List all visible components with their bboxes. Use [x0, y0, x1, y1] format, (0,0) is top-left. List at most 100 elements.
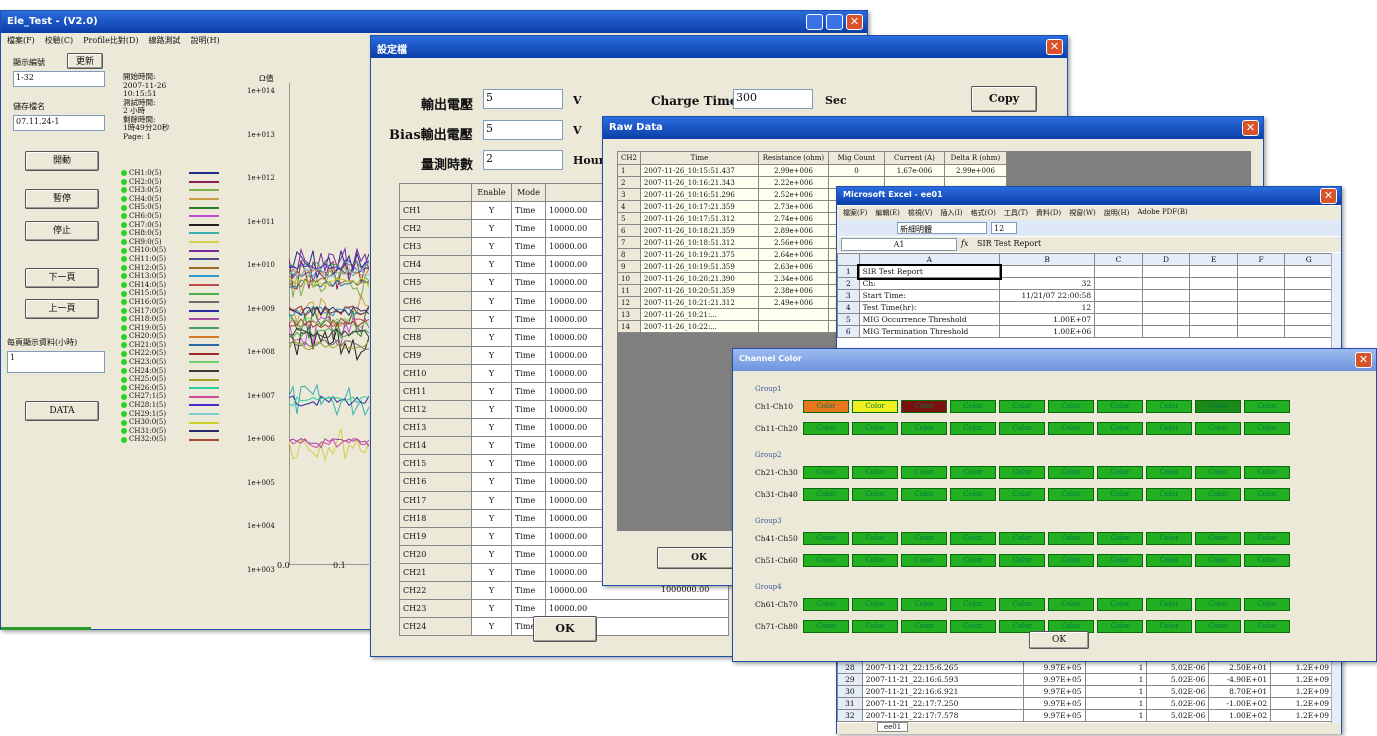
color-button[interactable]: Color	[1244, 597, 1290, 611]
row-header[interactable]: 4	[837, 301, 860, 314]
cell[interactable]	[1094, 301, 1143, 314]
cell[interactable]: 2007-11-21_22:15:6.265	[861, 661, 1024, 674]
mode-cell[interactable]: Time	[511, 219, 546, 239]
color-button[interactable]: Color	[950, 487, 996, 501]
color-button[interactable]: Color	[1244, 553, 1290, 567]
table-row[interactable]: CH23 Y Time 10000.00	[399, 599, 729, 619]
menu-item[interactable]: 檢視(V)	[908, 208, 933, 218]
cell[interactable]	[1141, 301, 1191, 314]
close-button[interactable]: ✕	[1046, 39, 1063, 55]
mode-cell[interactable]: Time	[511, 363, 546, 383]
per-page-input[interactable]: 1	[7, 351, 105, 373]
enable-cell[interactable]: Y	[471, 490, 512, 510]
enable-cell[interactable]: Y	[471, 237, 512, 257]
cell[interactable]	[1284, 301, 1333, 314]
enable-cell[interactable]: Y	[471, 454, 512, 474]
refresh-button[interactable]: 更新	[67, 53, 103, 69]
row-header[interactable]: 32	[837, 709, 863, 722]
column-header[interactable]: E	[1189, 253, 1238, 266]
mode-cell[interactable]: Time	[511, 291, 546, 311]
cell[interactable]: 5.02E-06	[1146, 685, 1210, 698]
color-button[interactable]: Color	[1244, 421, 1290, 435]
cell[interactable]: 1.2E+09	[1270, 661, 1333, 674]
cell[interactable]: 2007-11-21_22:16:6.593	[861, 673, 1024, 686]
row-header[interactable]: 29	[837, 673, 863, 686]
enable-cell[interactable]: Y	[471, 273, 512, 293]
enable-cell[interactable]: Y	[471, 291, 512, 311]
mode-cell[interactable]: Time	[511, 436, 546, 456]
color-button[interactable]: Color	[1146, 619, 1192, 633]
formula-input[interactable]: SIR Test Report	[977, 239, 1041, 248]
color-button[interactable]: Color	[999, 597, 1045, 611]
color-button[interactable]: Color	[852, 553, 898, 567]
color-button[interactable]: Color	[1097, 553, 1143, 567]
close-button[interactable]: ✕	[1355, 352, 1372, 368]
color-button[interactable]: Color	[1048, 531, 1094, 545]
mode-cell[interactable]: Time	[511, 400, 546, 420]
mode-cell[interactable]: Time	[511, 381, 546, 402]
enable-cell[interactable]: Y	[471, 580, 512, 601]
color-button[interactable]: Color	[1146, 597, 1192, 611]
enable-cell[interactable]: Y	[471, 418, 512, 438]
color-button[interactable]: Color	[950, 531, 996, 545]
menu-item[interactable]: 編輯(E)	[875, 208, 900, 218]
color-button[interactable]: Color	[1097, 399, 1143, 413]
mode-cell[interactable]: Time	[511, 273, 546, 293]
row-header[interactable]: 28	[837, 661, 863, 674]
color-button[interactable]: Color	[1244, 531, 1290, 545]
color-button[interactable]: Color	[901, 553, 947, 567]
color-button[interactable]: Color	[852, 619, 898, 633]
cell[interactable]: 5.02E-06	[1146, 709, 1210, 722]
cell[interactable]: Ch:	[858, 277, 1001, 290]
ok-button[interactable]: OK	[533, 616, 597, 642]
cell[interactable]	[1284, 265, 1333, 278]
color-button[interactable]: Color	[950, 597, 996, 611]
enable-cell[interactable]: Y	[471, 562, 512, 582]
cell[interactable]	[1236, 325, 1286, 338]
enable-cell[interactable]: Y	[471, 526, 512, 546]
cell[interactable]: 1.2E+09	[1270, 697, 1333, 710]
cell[interactable]: 5.02E-06	[1146, 697, 1210, 710]
menu-item[interactable]: 工具(T)	[1004, 208, 1028, 218]
mode-cell[interactable]: Time	[511, 345, 546, 365]
color-button[interactable]: Color	[1097, 619, 1143, 633]
color-button[interactable]: Color	[1097, 421, 1143, 435]
color-button[interactable]: Color	[803, 597, 849, 611]
r-low-limit-cell[interactable]: 10000.00	[545, 599, 729, 619]
maximize-button[interactable]	[826, 14, 843, 30]
cell[interactable]	[1189, 325, 1238, 338]
cell[interactable]	[1236, 301, 1286, 314]
cell[interactable]: 2.50E+01	[1208, 661, 1272, 674]
color-button[interactable]: Color	[901, 465, 947, 479]
cell[interactable]: 12	[999, 301, 1096, 314]
color-button[interactable]: Color	[1097, 465, 1143, 479]
save-input[interactable]: 07.11.24-1	[13, 115, 105, 131]
menu-item[interactable]: 資料(D)	[1036, 208, 1061, 218]
row-header[interactable]: 30	[837, 685, 863, 698]
cell[interactable]	[1236, 265, 1286, 278]
color-button[interactable]: Color	[852, 487, 898, 501]
color-button[interactable]: Color	[1146, 421, 1192, 435]
mode-cell[interactable]: Time	[511, 599, 546, 619]
color-button[interactable]: Color	[1146, 487, 1192, 501]
enable-cell[interactable]: Y	[471, 508, 512, 528]
column-header[interactable]: G	[1284, 253, 1333, 266]
enable-cell[interactable]: Y	[471, 472, 512, 492]
color-button[interactable]: Color	[1195, 619, 1241, 633]
color-button[interactable]: Color	[901, 399, 947, 413]
color-button[interactable]: Color	[803, 553, 849, 567]
cell[interactable]: Start Time:	[858, 289, 1001, 302]
stop-button[interactable]: 停止	[25, 221, 99, 241]
color-button[interactable]: Color	[999, 421, 1045, 435]
color-button[interactable]: Color	[852, 465, 898, 479]
cell[interactable]	[1094, 289, 1143, 302]
output-voltage-input[interactable]: 5	[483, 89, 563, 109]
color-button[interactable]: Color	[999, 399, 1045, 413]
cell[interactable]	[1141, 325, 1191, 338]
cell[interactable]: 1.2E+09	[1270, 673, 1333, 686]
color-button[interactable]: Color	[950, 553, 996, 567]
prev-page-button[interactable]: 上一頁	[25, 299, 99, 319]
cell[interactable]	[1189, 301, 1238, 314]
cell[interactable]	[1141, 313, 1191, 326]
mode-cell[interactable]: Time	[511, 544, 546, 564]
